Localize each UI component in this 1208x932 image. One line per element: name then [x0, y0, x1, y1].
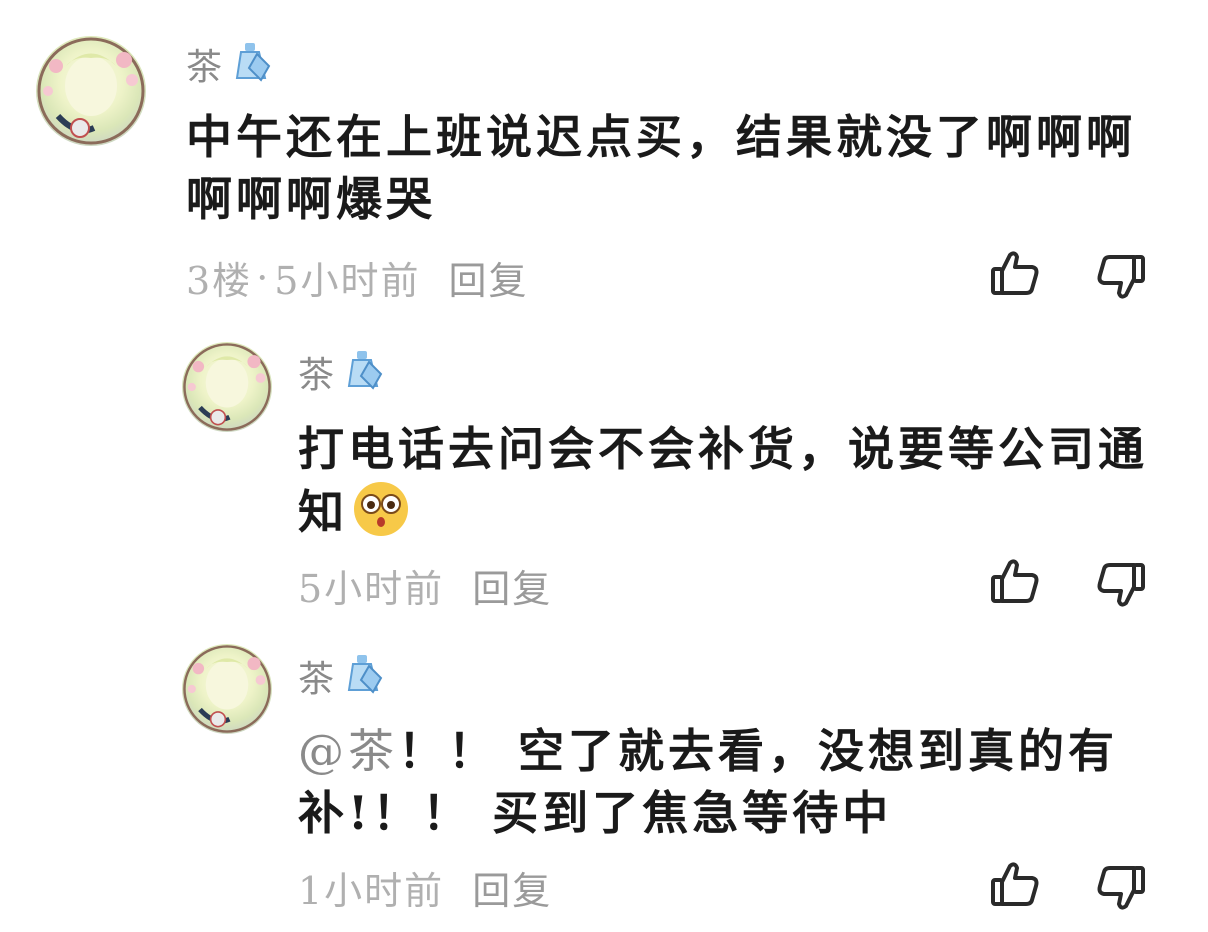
reply-button[interactable]: 回复 [472, 860, 552, 915]
username[interactable]: 茶 [298, 650, 335, 702]
floor-number: 3楼 [186, 259, 253, 303]
reply-item: 茶 @茶！！ 空了就去看，没想到真的有补!！！ 买到了焦急等待中 1小时前 回复 [0, 620, 1208, 932]
comment-text: 中午还在上班说迟点买，结果就没了啊啊啊啊啊啊爆哭 [186, 110, 1136, 226]
timestamp: 1小时前 [298, 869, 445, 913]
reply-button[interactable]: 回复 [448, 250, 528, 305]
thumbs-up-icon[interactable] [988, 247, 1042, 301]
avatar-illustration [183, 343, 271, 431]
username[interactable]: 茶 [186, 38, 223, 90]
meta-separator: · [256, 255, 271, 300]
reply-button[interactable]: 回复 [472, 558, 552, 613]
mention-link[interactable]: @茶 [298, 724, 398, 778]
avatar-illustration [37, 37, 145, 145]
teary-eyes-emoji [352, 480, 410, 553]
comment-item: 茶 中午还在上班说迟点买，结果就没了啊啊啊啊啊啊爆哭 3楼 · 5小时前 回复 [0, 0, 1208, 320]
avatar-illustration [183, 645, 271, 733]
reply-item: 茶 打电话去问会不会补货，说要等公司通知 5小时前 回复 [0, 320, 1208, 620]
username[interactable]: 茶 [298, 346, 335, 398]
thumbs-down-icon[interactable] [1094, 860, 1148, 914]
thumbs-down-icon[interactable] [1094, 249, 1148, 303]
timestamp: 5小时前 [298, 567, 445, 611]
thumbs-up-icon[interactable] [988, 555, 1042, 609]
comment-text: 打电话去问会不会补货，说要等公司通知 [298, 418, 1148, 553]
bottle-badge-icon [343, 348, 387, 396]
thumbs-up-icon[interactable] [988, 858, 1042, 912]
bottle-badge-icon [231, 40, 275, 88]
avatar[interactable] [36, 36, 146, 146]
timestamp: 5小时前 [274, 259, 421, 303]
avatar[interactable] [182, 644, 272, 734]
avatar[interactable] [182, 342, 272, 432]
thumbs-down-icon[interactable] [1094, 557, 1148, 611]
bottle-badge-icon [343, 652, 387, 700]
comment-text: @茶！！ 空了就去看，没想到真的有补!！！ 买到了焦急等待中 [298, 724, 1119, 840]
